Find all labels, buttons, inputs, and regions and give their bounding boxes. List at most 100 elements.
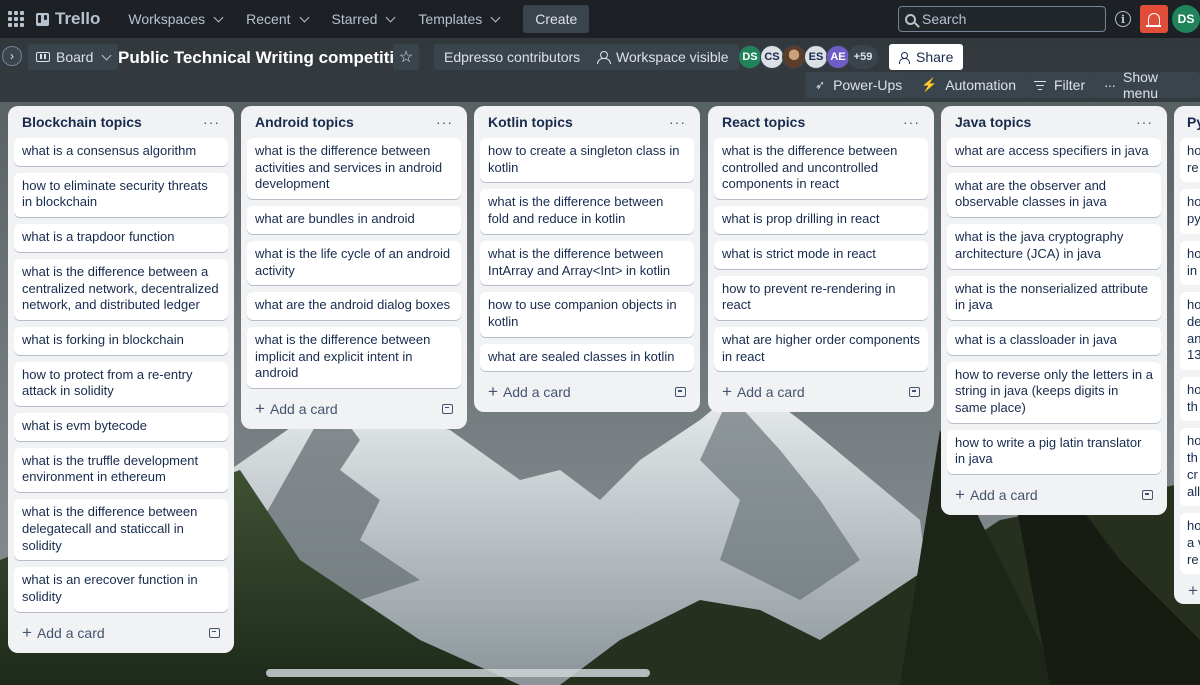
list-title[interactable]: Android topics [255,114,354,130]
list-menu-icon[interactable]: ··· [669,114,686,130]
list-java-topics: Java topics ··· what are access specifie… [941,106,1167,516]
card[interactable]: what is strict mode in react [714,240,928,269]
card[interactable]: what is the difference between fold and … [480,189,694,234]
card[interactable]: what is the java cryptography architectu… [947,224,1161,269]
card-template-icon[interactable] [1142,490,1153,501]
chevron-down-icon [385,12,396,22]
card[interactable]: what is the difference between IntArray … [480,240,694,286]
card-template-icon[interactable] [675,387,686,398]
card-template-icon[interactable] [909,387,920,398]
card[interactable]: what is forking in blockchain [14,326,228,355]
card[interactable]: ho a v re [1180,513,1200,575]
member-avatar[interactable]: AE [826,45,850,69]
star-board-button[interactable]: ☆ [393,44,419,70]
plus-icon[interactable]: + [1180,581,1200,601]
card[interactable]: how to write a pig latin translator in j… [947,429,1161,475]
card[interactable]: ho de an 13 [1180,292,1200,371]
automation-button[interactable]: ⚡ Automation [911,72,1027,98]
card[interactable]: what is the difference between implicit … [247,326,461,389]
board-title[interactable]: Public Technical Writing competition [118,48,415,68]
card[interactable]: what is the truffle development environm… [14,447,228,493]
nav-templates[interactable]: Templates [408,3,509,35]
card[interactable]: ho re [1180,138,1200,183]
list-menu-icon[interactable]: ··· [1136,114,1153,130]
card[interactable]: how to protect from a re-entry attack in… [14,361,228,407]
add-card-label: Add a card [269,401,338,418]
trello-logo[interactable]: Trello [36,9,100,29]
card[interactable]: what is the difference between a central… [14,258,228,320]
card[interactable]: what are the android dialog boxes [247,292,461,320]
list-title[interactable]: React topics [722,114,805,130]
card[interactable]: what is a consensus algorithm [14,138,228,166]
card[interactable]: how to eliminate security threats in blo… [14,172,228,218]
info-icon[interactable]: i [1115,11,1131,27]
card[interactable]: ho in [1180,240,1200,286]
sidebar-expand-button[interactable]: › [2,46,22,66]
nav-workspaces[interactable]: Workspaces [118,3,232,35]
card-template-icon[interactable] [209,627,220,638]
list-title[interactable]: Py [1180,106,1200,138]
add-card-button[interactable]: + Add a card [247,393,461,425]
account-avatar[interactable]: DS [1172,5,1200,33]
member-avatar-photo[interactable] [782,45,806,69]
card[interactable]: ho th cr all [1180,428,1200,507]
card[interactable]: how to use companion objects in kotlin [480,292,694,337]
card-template-icon[interactable] [442,404,453,415]
board-view-switcher[interactable]: Board [28,44,119,70]
share-label: Share [916,49,954,65]
list-title[interactable]: Kotlin topics [488,114,573,130]
member-avatar[interactable]: DS [738,45,762,69]
card[interactable]: what is prop drilling in react [714,206,928,234]
card[interactable]: what are access specifiers in java [947,138,1161,166]
add-card-label: Add a card [736,384,805,401]
card[interactable]: what is the nonserialized attribute in j… [947,275,1161,320]
card[interactable]: how to reverse only the letters in a str… [947,361,1161,423]
card[interactable]: what is a trapdoor function [14,224,228,252]
list-title[interactable]: Java topics [955,114,1031,130]
card[interactable]: ho py [1180,189,1200,234]
card[interactable]: what are higher order components in reac… [714,326,928,372]
power-ups-button[interactable]: ➶ Power-Ups [805,72,913,98]
card[interactable]: how to create a singleton class in kotli… [480,138,694,183]
list-kotlin-topics: Kotlin topics ··· how to create a single… [474,106,700,413]
list-menu-icon[interactable]: ··· [203,114,220,130]
list-android-topics: Android topics ··· what is the differenc… [241,106,467,430]
card[interactable]: what is evm bytecode [14,413,228,441]
card[interactable]: what is the life cycle of an android act… [247,240,461,286]
workspace-button[interactable]: Edpresso contributors [434,44,591,70]
list-title[interactable]: Blockchain topics [22,114,142,130]
filter-button[interactable]: Filter [1024,72,1096,98]
more-members-count[interactable]: +59 [848,45,878,69]
list-menu-icon[interactable]: ··· [903,114,920,130]
card[interactable]: what is the difference between delegatec… [14,499,228,561]
horizontal-scrollbar[interactable] [266,669,650,677]
card[interactable]: what are sealed classes in kotlin [480,343,694,372]
nav-recent[interactable]: Recent [236,3,317,35]
nav-starred[interactable]: Starred [322,3,405,35]
card[interactable]: how to prevent re-rendering in react [714,275,928,320]
add-card-button[interactable]: + Add a card [714,376,928,408]
card[interactable]: what is an erecover function in solidity [14,567,228,612]
visibility-button[interactable]: Workspace visible [587,44,739,70]
power-ups-label: Power-Ups [833,77,903,93]
show-menu-button[interactable]: ··· Show menu [1094,69,1200,101]
add-card-button[interactable]: + Add a card [480,376,694,408]
add-card-button[interactable]: + Add a card [14,617,228,649]
star-icon: ☆ [398,49,414,66]
list-menu-icon[interactable]: ··· [436,114,453,130]
create-button[interactable]: Create [523,5,590,33]
app-switcher-icon[interactable] [8,11,24,27]
card[interactable]: what are the observer and observable cla… [947,172,1161,218]
card[interactable]: what is a classloader in java [947,326,1161,355]
search-input[interactable]: Search [898,6,1106,32]
card[interactable]: ho th [1180,377,1200,422]
member-avatar[interactable]: CS [760,45,784,69]
card[interactable]: what is the difference between controlle… [714,138,928,200]
share-button[interactable]: Share [889,44,964,70]
add-card-button[interactable]: + Add a card [947,479,1161,511]
list-react-topics: React topics ··· what is the difference … [708,106,934,413]
member-avatar[interactable]: ES [804,45,828,69]
card[interactable]: what is the difference between activitie… [247,138,461,200]
notifications-button[interactable] [1140,5,1168,33]
card[interactable]: what are bundles in android [247,206,461,234]
